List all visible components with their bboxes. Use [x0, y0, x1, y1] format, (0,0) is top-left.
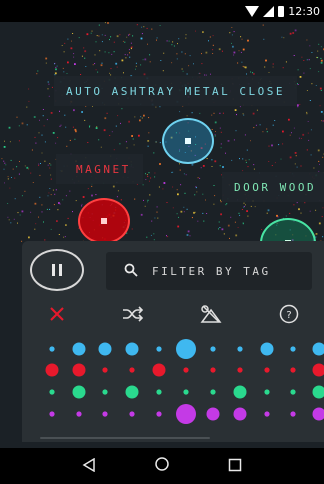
- tag-dot[interactable]: [176, 339, 196, 359]
- tag-dot[interactable]: [129, 367, 135, 373]
- tag-dot[interactable]: [233, 385, 247, 399]
- wifi-icon: [245, 5, 260, 17]
- pause-icon-bar: [59, 264, 62, 276]
- close-icon: [49, 306, 65, 326]
- tag-dot[interactable]: [49, 411, 55, 417]
- tag-dot[interactable]: [125, 385, 139, 399]
- tag-label-auto-text: AUTO ASHTRAY METAL CLOSE: [66, 84, 285, 98]
- tag-dot[interactable]: [206, 407, 220, 421]
- tag-dot[interactable]: [183, 367, 189, 373]
- status-bar: 12:30: [0, 0, 324, 22]
- tag-dot-grid[interactable]: [22, 333, 324, 433]
- tag-label-door-text: DOOR WOOD: [234, 180, 317, 194]
- tag-dot[interactable]: [76, 411, 82, 417]
- tag-dot[interactable]: [156, 346, 162, 352]
- filter-by-tag-input[interactable]: FILTER BY TAG: [106, 252, 312, 290]
- node-core: [101, 218, 107, 224]
- recents-button[interactable]: [223, 454, 247, 478]
- back-icon: [82, 457, 96, 476]
- svg-text:?: ?: [286, 310, 291, 321]
- pause-button[interactable]: [30, 249, 84, 291]
- tag-dot[interactable]: [156, 411, 162, 417]
- clear-button[interactable]: [44, 303, 70, 329]
- tag-dot[interactable]: [312, 385, 324, 399]
- tag-dot[interactable]: [290, 367, 296, 373]
- tag-dot[interactable]: [260, 342, 274, 356]
- tag-dot[interactable]: [72, 342, 86, 356]
- tag-dot[interactable]: [210, 389, 216, 395]
- shuffle-icon: [122, 306, 144, 326]
- tag-dot[interactable]: [125, 342, 139, 356]
- control-panel: FILTER BY TAG ?: [22, 241, 324, 442]
- horizontal-scrollbar[interactable]: [40, 437, 210, 439]
- tag-dot[interactable]: [290, 389, 296, 395]
- status-time: 12:30: [288, 4, 320, 18]
- sound-node-auto[interactable]: [162, 118, 214, 164]
- pattern-button[interactable]: [198, 303, 224, 329]
- back-button[interactable]: [77, 454, 101, 478]
- recents-icon: [228, 457, 242, 476]
- tag-dot[interactable]: [237, 367, 243, 373]
- tag-dot[interactable]: [156, 389, 162, 395]
- tag-dot[interactable]: [312, 407, 324, 421]
- tag-dot[interactable]: [72, 363, 86, 377]
- help-button[interactable]: ?: [276, 303, 302, 329]
- tag-dot[interactable]: [264, 389, 270, 395]
- pause-icon-bar: [52, 264, 55, 276]
- tag-dot[interactable]: [49, 346, 55, 352]
- tag-dot[interactable]: [45, 363, 59, 377]
- tag-dot[interactable]: [312, 363, 324, 377]
- node-core: [185, 138, 191, 144]
- filter-placeholder: FILTER BY TAG: [152, 264, 271, 278]
- tag-label-magnet[interactable]: MAGNET: [56, 154, 143, 184]
- sound-map[interactable]: AUTO ASHTRAY METAL CLOSE MAGNET DOOR WOO…: [0, 22, 324, 252]
- home-button[interactable]: [150, 454, 174, 478]
- pattern-icon: [200, 305, 222, 327]
- tag-dot[interactable]: [152, 363, 166, 377]
- sound-node-magnet[interactable]: [78, 198, 130, 244]
- app-screen: 12:30 AUTO ASHTRAY METAL CLOSE MAGNET DO…: [0, 0, 324, 484]
- tag-label-door[interactable]: DOOR WOOD: [222, 172, 324, 202]
- tag-dot[interactable]: [72, 385, 86, 399]
- shuffle-button[interactable]: [120, 303, 146, 329]
- tag-dot[interactable]: [98, 342, 112, 356]
- tag-dot[interactable]: [176, 404, 196, 424]
- tag-dot[interactable]: [290, 346, 296, 352]
- tag-label-magnet-text: MAGNET: [76, 162, 131, 176]
- tag-dot[interactable]: [183, 389, 189, 395]
- tag-dot[interactable]: [237, 346, 243, 352]
- home-icon: [154, 456, 170, 476]
- tag-dot[interactable]: [102, 411, 108, 417]
- tag-dot[interactable]: [49, 389, 55, 395]
- tag-dot[interactable]: [210, 346, 216, 352]
- tag-dot[interactable]: [102, 389, 108, 395]
- help-icon: ?: [279, 304, 299, 328]
- tag-dot[interactable]: [264, 367, 270, 373]
- signal-icon: [263, 5, 275, 17]
- navigation-bar: [0, 448, 324, 484]
- tag-dot[interactable]: [129, 411, 135, 417]
- tag-dot[interactable]: [290, 411, 296, 417]
- tag-dot[interactable]: [210, 367, 216, 373]
- tag-dot[interactable]: [264, 411, 270, 417]
- tag-dot[interactable]: [102, 367, 108, 373]
- tag-dot[interactable]: [312, 342, 324, 356]
- battery-icon: [278, 5, 285, 17]
- tag-dot[interactable]: [233, 407, 247, 421]
- tag-label-auto[interactable]: AUTO ASHTRAY METAL CLOSE: [54, 76, 297, 106]
- search-icon: [124, 262, 138, 281]
